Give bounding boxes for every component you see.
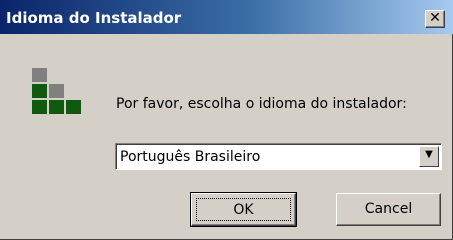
title-bar[interactable]: Idioma do Instalador ✕ [0, 0, 453, 34]
ok-button-label: OK [196, 198, 291, 221]
close-button[interactable]: ✕ [425, 10, 445, 28]
installer-logo-icon [32, 68, 86, 114]
prompt-text: Por favor, escolha o idioma do instalado… [116, 96, 407, 112]
close-icon: ✕ [429, 10, 441, 26]
cancel-button[interactable]: Cancel [336, 193, 441, 226]
chevron-down-icon: ▼ [425, 149, 433, 160]
window-title: Idioma do Instalador [6, 9, 182, 27]
language-select[interactable]: Português Brasileiro ▼ [115, 143, 442, 170]
dropdown-button[interactable]: ▼ [419, 146, 439, 167]
installer-language-dialog: Idioma do Instalador ✕ Por favor, escolh… [0, 0, 453, 240]
ok-button[interactable]: OK [190, 192, 297, 227]
language-select-value: Português Brasileiro [120, 149, 261, 165]
